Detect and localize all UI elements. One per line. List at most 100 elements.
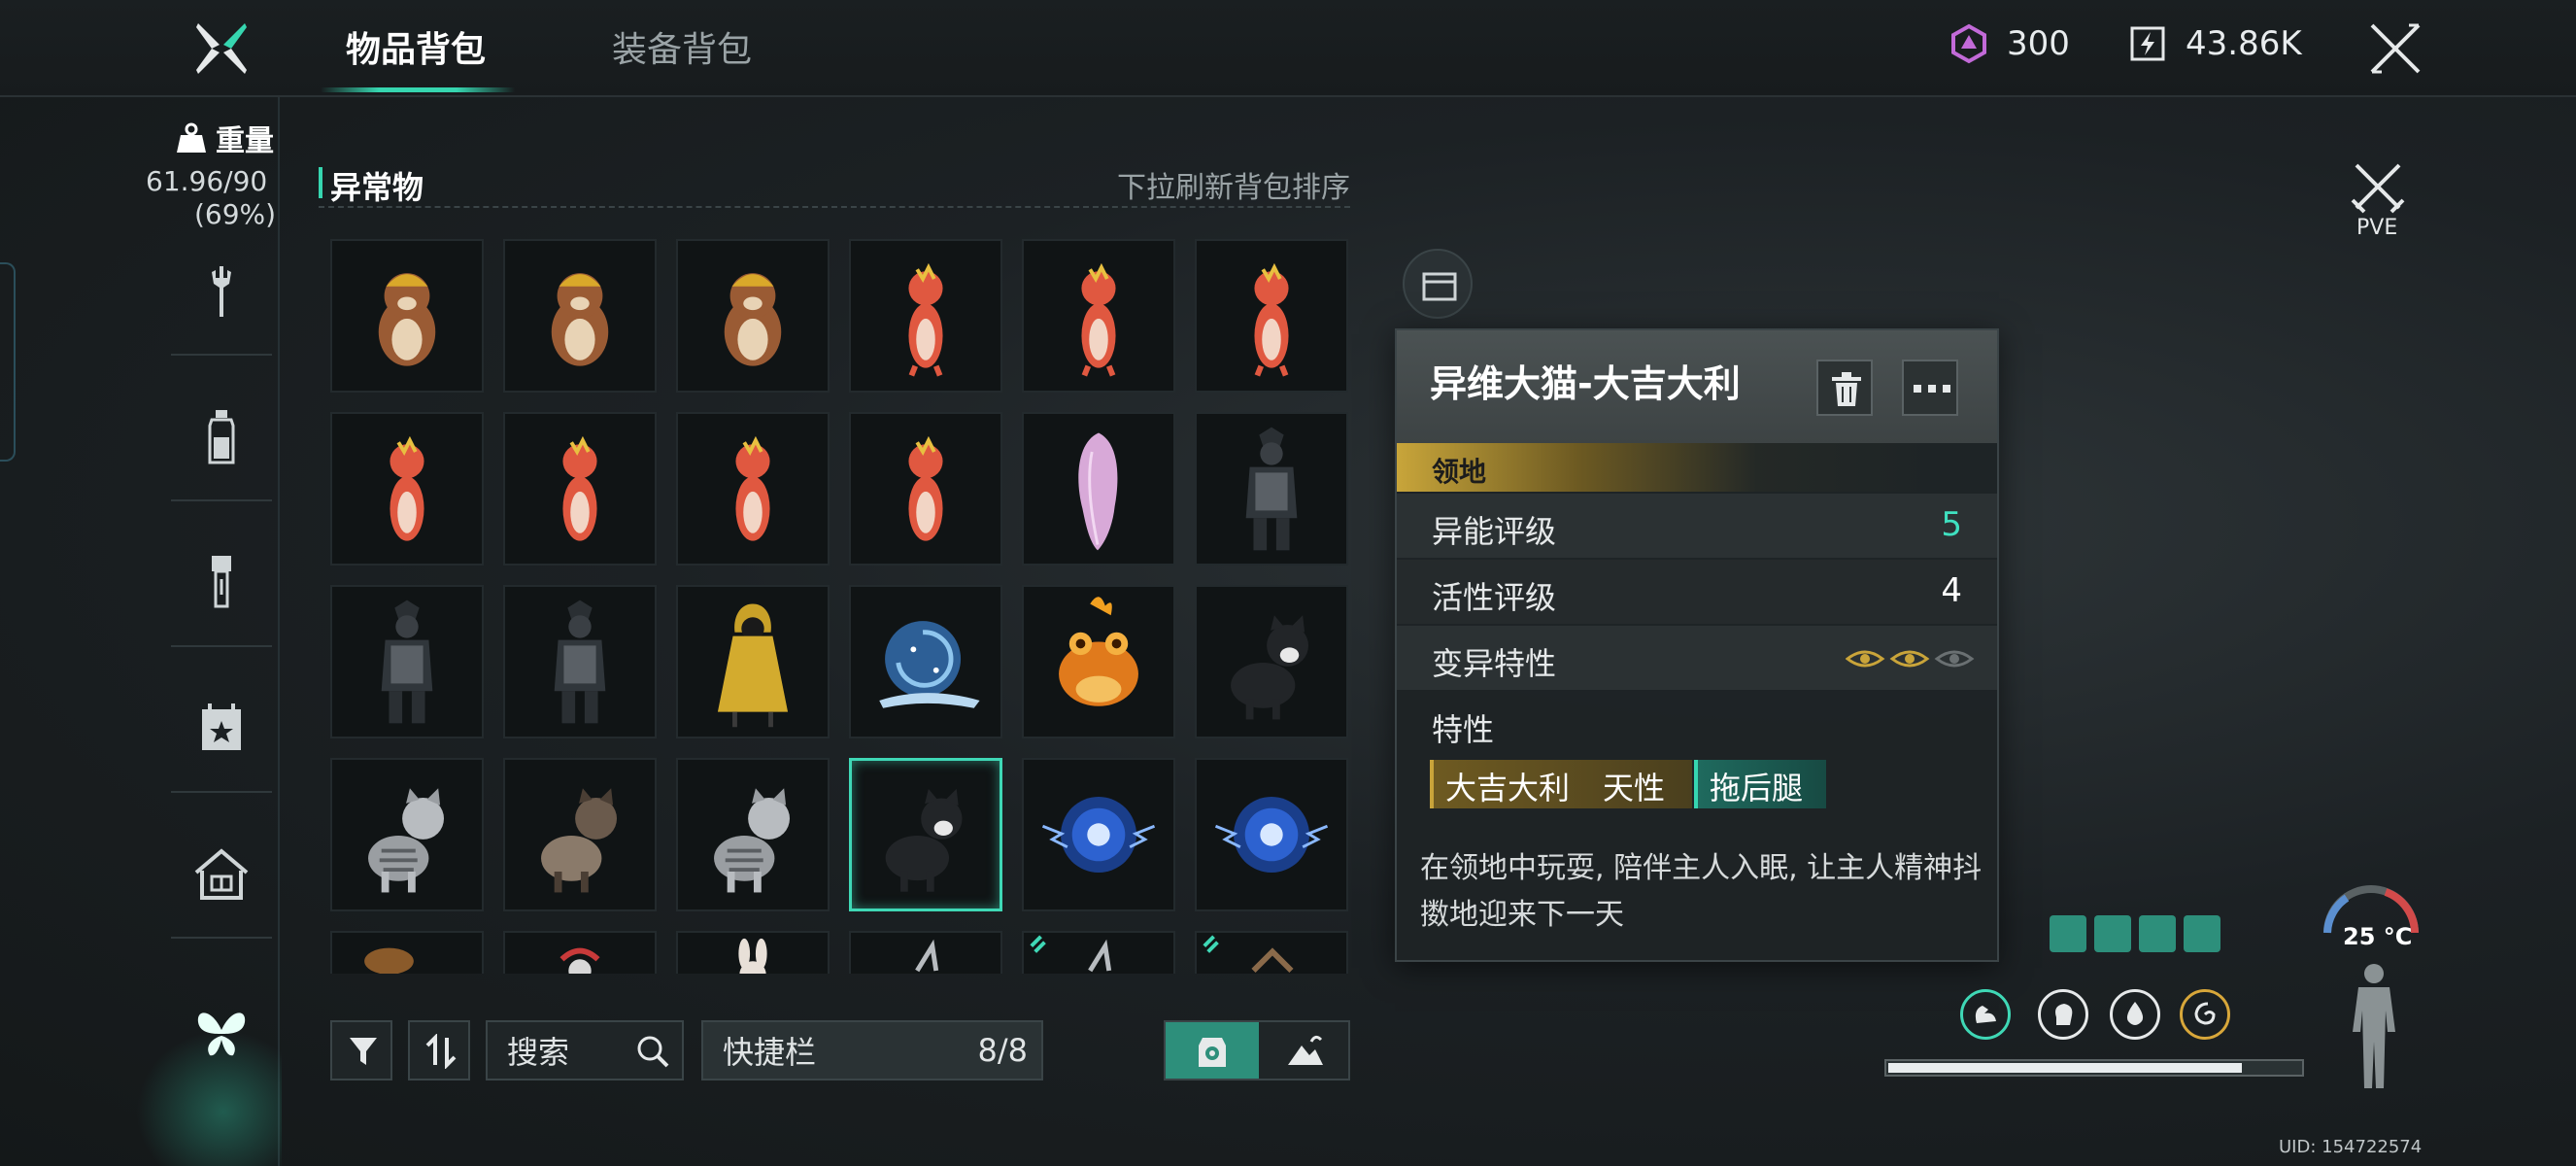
trait-tag-innate[interactable]: 大吉大利 天性 [1430, 760, 1692, 808]
tab-equipment-bag[interactable]: 装备背包 [612, 21, 752, 72]
inventory-slot[interactable] [330, 931, 484, 974]
inventory-slot[interactable] [1022, 585, 1175, 738]
black-cat-item-icon [885, 788, 963, 892]
category-ribbon: 领地 [1397, 443, 1997, 492]
calendar-star-icon[interactable] [190, 698, 253, 760]
fire-status-icon[interactable] [2184, 915, 2220, 952]
inventory-slot[interactable] [1195, 758, 1348, 911]
inventory-slot[interactable] [503, 758, 657, 911]
search-input[interactable]: 搜索 [486, 1020, 684, 1080]
detail-header: 异维大猫-大吉大利 [1397, 330, 1997, 443]
storage-box-icon [1422, 272, 1457, 301]
black-cat-item-icon [1231, 615, 1309, 720]
trait-name: 拖后腿 [1710, 770, 1804, 806]
inventory-slot[interactable] [1195, 585, 1348, 738]
eye-icon [1846, 650, 1885, 668]
inventory-slot[interactable] [1195, 239, 1348, 393]
item-partial-icon [915, 939, 939, 973]
active-tab-indicator [321, 87, 515, 92]
delete-button[interactable] [1816, 360, 1873, 416]
storage-chip[interactable] [1403, 249, 1473, 319]
stat-label: 活性评级 [1432, 579, 1557, 616]
inventory-slot[interactable] [676, 412, 830, 566]
view-toggle[interactable] [1164, 1020, 1350, 1080]
inventory-slot[interactable] [676, 239, 830, 393]
pink-ghost-hair-item-icon [1078, 432, 1118, 551]
inventory-slot[interactable] [1022, 239, 1175, 393]
inventory-slot[interactable] [676, 931, 830, 974]
stamina-gauge[interactable] [1960, 989, 2011, 1040]
inventory-slot[interactable] [676, 758, 830, 911]
thirst-gauge[interactable] [2110, 989, 2160, 1040]
bug-status-icon[interactable] [2050, 915, 2086, 952]
more-options-button[interactable] [1902, 360, 1958, 416]
island-icon[interactable] [1286, 1032, 1325, 1071]
quickbar-button[interactable]: 快捷栏 8/8 [701, 1020, 1043, 1080]
inventory-slot[interactable] [503, 412, 657, 566]
orange-frog-item-icon [1059, 597, 1138, 706]
inventory-slot[interactable] [1195, 412, 1348, 566]
inventory-slot[interactable] [676, 585, 830, 738]
game-logo-icon[interactable] [190, 17, 253, 80]
wrench-icon[interactable] [190, 260, 253, 323]
inventory-slot[interactable] [330, 585, 484, 738]
inventory-slot[interactable] [1022, 931, 1175, 974]
gray-tabby-cat-item-icon [714, 788, 791, 893]
flashlight-icon[interactable] [190, 552, 253, 614]
inventory-slot[interactable] [849, 931, 1002, 974]
inventory-slot[interactable] [330, 412, 484, 566]
stat-label: 异能评级 [1432, 513, 1557, 550]
hunger-gauge[interactable] [2038, 989, 2088, 1040]
eye-icon [1934, 650, 1975, 668]
inventory-slot-selected[interactable] [849, 758, 1002, 911]
temperature-readout: 25 °C [2343, 923, 2413, 950]
stat-label: 变异特性 [1432, 645, 1557, 682]
inventory-slot[interactable] [849, 239, 1002, 393]
sort-button[interactable] [408, 1020, 470, 1080]
inventory-slot[interactable] [1022, 412, 1175, 566]
eye-icon [1889, 650, 1930, 668]
inventory-slot[interactable] [849, 585, 1002, 738]
refresh-hint: 下拉刷新背包排序 [1117, 171, 1350, 205]
inventory-slot[interactable] [330, 758, 484, 911]
stat-row[interactable]: 变异特性 [1397, 626, 1997, 690]
bottle-icon[interactable] [190, 406, 253, 468]
inventory-slot[interactable] [1195, 931, 1348, 974]
top-bar: 物品背包 装备背包 300 43.86K [0, 0, 2576, 97]
inventory-slot[interactable] [503, 585, 657, 738]
weight-icon [177, 122, 206, 153]
trait-tag[interactable]: 拖后腿 [1694, 760, 1826, 808]
energy-orb-item-icon [1041, 797, 1156, 873]
inventory-grid [330, 239, 1352, 974]
inventory-slot[interactable] [503, 931, 657, 974]
weight-label: 重量 [216, 124, 274, 158]
backpack-badge-icon[interactable] [1193, 1032, 1232, 1071]
energy-currency[interactable]: 43.86K [2127, 23, 2302, 64]
inventory-slot[interactable] [330, 239, 484, 393]
close-icon[interactable] [2366, 19, 2424, 78]
inventory-slot[interactable] [1022, 758, 1175, 911]
tab-item-bag[interactable]: 物品背包 [346, 21, 486, 72]
filter-button[interactable] [330, 1020, 392, 1080]
mode-label: PVE [2356, 216, 2398, 240]
sidebar-edge-tab[interactable] [0, 262, 16, 462]
sidebar-divider [278, 97, 280, 1166]
beaver-item-icon [551, 273, 609, 366]
rabbit-item-icon [738, 938, 767, 974]
water-status-icon[interactable] [2139, 915, 2176, 952]
home-icon[interactable] [190, 843, 253, 906]
red-lizard-item-icon [908, 435, 943, 541]
body-status-icon[interactable] [2345, 962, 2403, 1092]
crossed-swords-icon[interactable] [2349, 157, 2407, 216]
stat-value: 5 [1941, 505, 1962, 544]
sort-icon [425, 1034, 457, 1069]
inventory-slot[interactable] [849, 412, 1002, 566]
sanity-gauge[interactable] [2180, 989, 2230, 1040]
butterfly-icon[interactable] [190, 1001, 253, 1063]
yellow-raincoat-doll-item-icon [717, 603, 789, 728]
weight-value: 61.96/90 [146, 165, 268, 197]
premium-currency[interactable]: 300 [1949, 23, 2070, 64]
wind-status-icon[interactable] [2094, 915, 2131, 952]
inventory-slot[interactable] [503, 239, 657, 393]
red-lizard-item-icon [562, 435, 597, 541]
